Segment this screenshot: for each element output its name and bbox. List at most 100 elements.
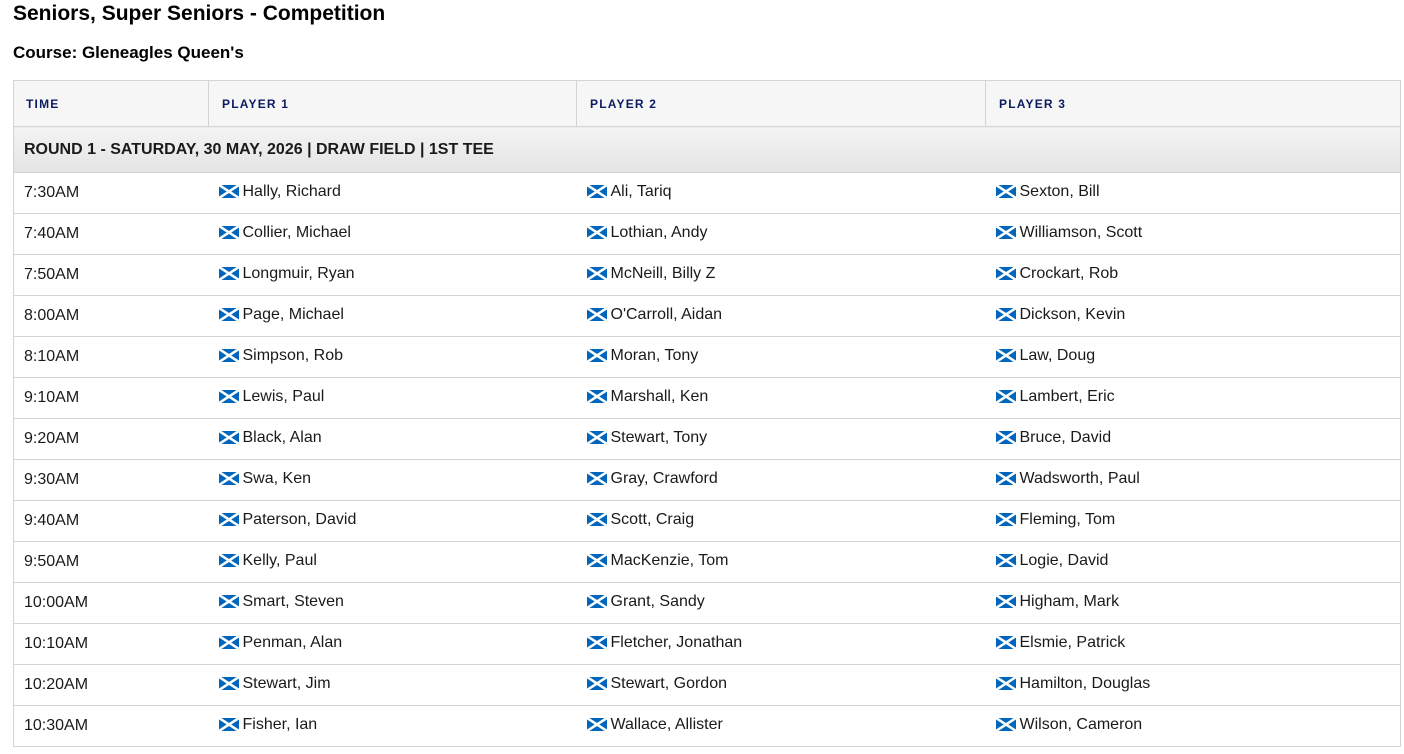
scotland-flag-icon (218, 554, 239, 568)
player-name: Higham, Mark (1019, 592, 1120, 610)
player-entry: Sexton, Bill (995, 183, 1100, 201)
tee-time: 8:00AM (13, 295, 209, 337)
player-3-cell: Hamilton, Douglas (985, 664, 1401, 706)
player-3-cell: Lambert, Eric (985, 377, 1401, 419)
player-2-cell: Wallace, Allister (576, 705, 986, 747)
scotland-flag-icon (218, 595, 239, 609)
scotland-flag-icon (218, 185, 239, 199)
player-entry: Bruce, David (995, 429, 1111, 447)
scotland-flag-icon (218, 636, 239, 650)
scotland-flag-icon (586, 554, 607, 568)
player-3-cell: Elsmie, Patrick (985, 623, 1401, 665)
scotland-flag-icon (995, 513, 1016, 527)
scotland-flag-icon (586, 226, 607, 240)
player-entry: Fletcher, Jonathan (586, 633, 743, 652)
player-1-cell: Longmuir, Ryan (208, 254, 577, 296)
scotland-flag-icon (995, 349, 1016, 363)
player-name: McNeill, Billy Z (610, 264, 716, 282)
table-header: TIME PLAYER 1 PLAYER 2 PLAYER 3 (13, 80, 1401, 127)
player-3-cell: Williamson, Scott (985, 213, 1401, 255)
player-name: Grant, Sandy (610, 592, 705, 610)
player-name: Wallace, Allister (610, 715, 723, 733)
scotland-flag-icon (586, 595, 607, 609)
scotland-flag-icon (586, 677, 607, 691)
scotland-flag-icon (586, 472, 607, 486)
player-entry: Hamilton, Douglas (995, 674, 1151, 693)
player-entry: Collier, Michael (218, 224, 351, 242)
scotland-flag-icon (218, 513, 239, 527)
player-entry: Law, Doug (995, 347, 1095, 365)
player-1-cell: Paterson, David (208, 500, 577, 542)
scotland-flag-icon (586, 636, 607, 650)
player-name: Wilson, Cameron (1019, 715, 1143, 733)
player-name: Ali, Tariq (610, 182, 672, 200)
player-name: Simpson, Rob (242, 346, 344, 364)
player-name: Lambert, Eric (1019, 387, 1115, 405)
player-entry: Stewart, Gordon (586, 675, 727, 693)
player-name: Gray, Crawford (610, 469, 718, 487)
table-row: 10:30AM Fisher, Ian Wallace, Allister Wilso… (13, 705, 1401, 747)
player-entry: Marshall, Ken (586, 387, 709, 406)
player-1-cell: Penman, Alan (208, 623, 577, 665)
scotland-flag-icon (218, 677, 239, 691)
player-name: Moran, Tony (610, 346, 699, 364)
table-row: 7:50AM Longmuir, Ryan McNeill, Billy Z Croc… (13, 254, 1401, 296)
player-name: Paterson, David (242, 510, 357, 528)
player-3-cell: Law, Doug (985, 336, 1401, 378)
player-entry: Wallace, Allister (586, 715, 723, 734)
table-row: 9:50AM Kelly, Paul MacKenzie, Tom Logie, Da… (13, 541, 1401, 583)
player-name: Fletcher, Jonathan (610, 633, 743, 651)
player-name: Williamson, Scott (1019, 223, 1143, 241)
player-2-cell: Ali, Tariq (576, 172, 986, 214)
tee-time: 10:10AM (13, 623, 209, 665)
player-2-cell: Stewart, Tony (576, 418, 986, 460)
player-name: Fisher, Ian (242, 715, 318, 733)
player-1-cell: Swa, Ken (208, 459, 577, 501)
tee-time: 9:20AM (13, 418, 209, 460)
player-1-cell: Simpson, Rob (208, 336, 577, 378)
player-2-cell: Scott, Craig (576, 500, 986, 542)
player-entry: Crockart, Rob (995, 265, 1118, 283)
table-row: 9:40AM Paterson, David Scott, Craig Fleming… (13, 500, 1401, 542)
player-entry: Higham, Mark (995, 592, 1120, 611)
player-name: Swa, Ken (242, 469, 311, 487)
table-row: 7:40AM Collier, Michael Lothian, Andy Willi… (13, 213, 1401, 255)
scotland-flag-icon (218, 718, 239, 732)
player-1-cell: Smart, Steven (208, 582, 577, 624)
player-name: Marshall, Ken (610, 387, 709, 405)
player-name: Lewis, Paul (242, 387, 325, 405)
scotland-flag-icon (218, 390, 239, 404)
player-2-cell: MacKenzie, Tom (576, 541, 986, 583)
scotland-flag-icon (586, 267, 607, 281)
table-row: 10:20AM Stewart, Jim Stewart, Gordon Hamilt… (13, 664, 1401, 706)
scotland-flag-icon (995, 390, 1016, 404)
tee-time: 7:40AM (13, 213, 209, 255)
tee-time: 8:10AM (13, 336, 209, 378)
player-1-cell: Hally, Richard (208, 172, 577, 214)
course-name: Course: Gleneagles Queen's (13, 43, 244, 62)
scotland-flag-icon (995, 595, 1016, 609)
player-name: Lothian, Andy (610, 223, 708, 241)
player-name: Fleming, Tom (1019, 510, 1116, 528)
player-3-cell: Logie, David (985, 541, 1401, 583)
player-entry: O'Carroll, Aidan (586, 306, 722, 324)
tee-time: 10:00AM (13, 582, 209, 624)
player-1-cell: Kelly, Paul (208, 541, 577, 583)
table-row: 9:30AM Swa, Ken Gray, Crawford Wadsworth, P… (13, 459, 1401, 501)
player-1-cell: Page, Michael (208, 295, 577, 337)
player-1-cell: Collier, Michael (208, 213, 577, 255)
player-entry: Hally, Richard (218, 183, 341, 201)
scotland-flag-icon (218, 308, 239, 322)
player-2-cell: Marshall, Ken (576, 377, 986, 419)
column-header-player-3: PLAYER 3 (985, 80, 1401, 127)
player-3-cell: Higham, Mark (985, 582, 1401, 624)
player-entry: Wadsworth, Paul (995, 469, 1140, 488)
draw-table: TIME PLAYER 1 PLAYER 2 PLAYER 3 ROUND 1 … (13, 80, 1401, 747)
player-3-cell: Wilson, Cameron (985, 705, 1401, 747)
player-name: Hamilton, Douglas (1019, 674, 1151, 692)
scotland-flag-icon (586, 390, 607, 404)
player-2-cell: McNeill, Billy Z (576, 254, 986, 296)
player-name: Wadsworth, Paul (1019, 469, 1140, 487)
player-1-cell: Fisher, Ian (208, 705, 577, 747)
table-row: 7:30AM Hally, Richard Ali, Tariq Sexton, Bi… (13, 172, 1401, 214)
